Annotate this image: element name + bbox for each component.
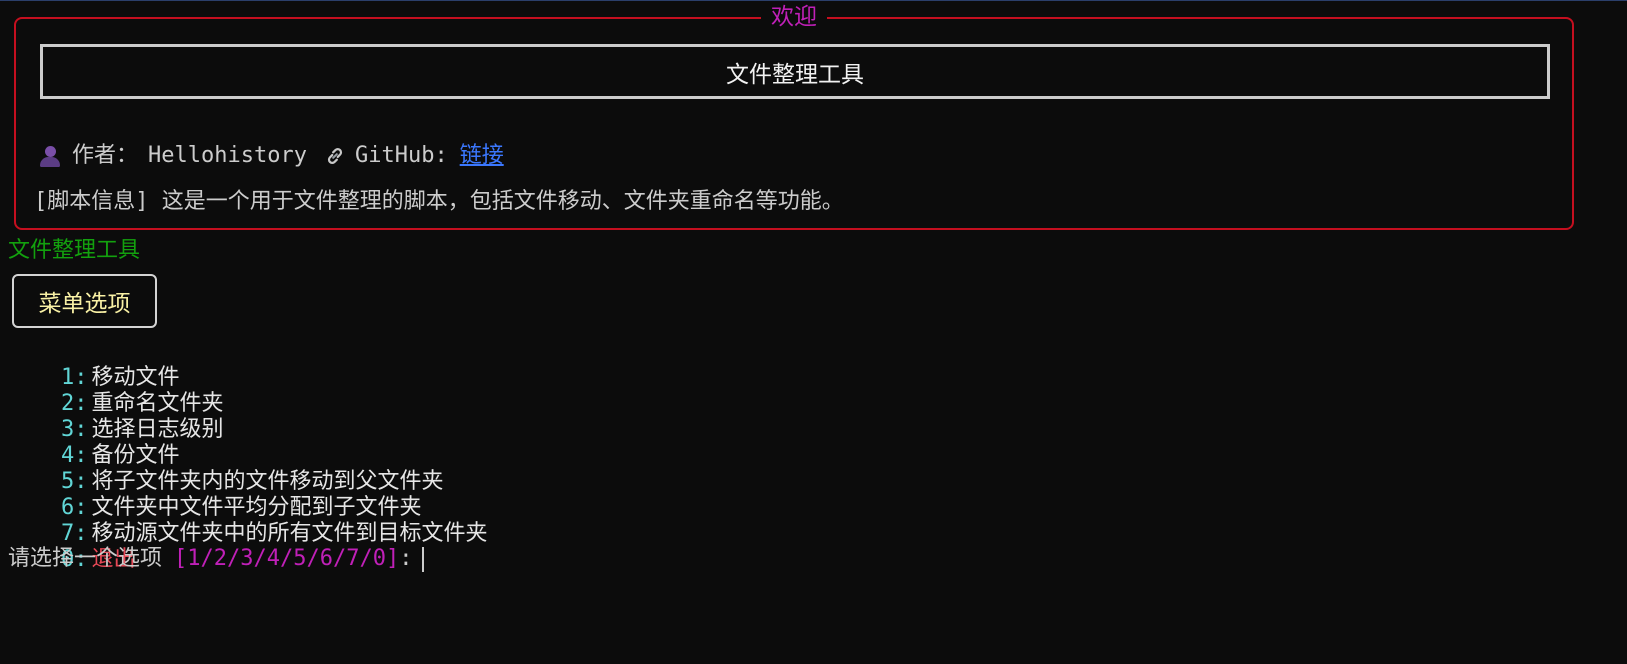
option-key: 7: [60, 521, 88, 546]
option-label: 备份文件 [91, 443, 180, 468]
link-icon [327, 148, 343, 164]
menu-options-list: 1: 移动文件 2: 重命名文件夹 3: 选择日志级别 4: 备份文件 5: 将子文件夹内… [8, 339, 488, 572]
option-label: 选择日志级别 [91, 417, 224, 442]
menu-option: 1: 移动文件 [8, 339, 488, 390]
script-info: [脚本信息] 这是一个用于文件整理的脚本，包括文件移动、文件夹重命名等功能。 [34, 189, 844, 214]
app-title-box: 文件整理工具 [40, 44, 1550, 99]
author-label: 作者： [72, 143, 139, 168]
section-title: 文件整理工具 [8, 238, 141, 263]
option-key: 5: [60, 469, 88, 494]
welcome-panel: 欢迎 文件整理工具 作者： Hellohistory GitHub: 链接 [脚… [14, 2, 1574, 230]
option-label: 移动源文件夹中的所有文件到目标文件夹 [91, 521, 488, 546]
option-key: 2: [60, 391, 88, 416]
prompt-colon: : [399, 546, 413, 571]
app-title: 文件整理工具 [726, 61, 864, 88]
prompt-text: 请选择一个选项 [8, 546, 163, 571]
github-label: GitHub: [354, 143, 448, 168]
menu-header: 菜单选项 [38, 291, 131, 317]
option-key: 4: [60, 443, 88, 468]
window-top-border [0, 0, 1627, 1]
menu-header-box: 菜单选项 [12, 274, 157, 328]
person-icon [40, 145, 60, 167]
github-link[interactable]: 链接 [460, 141, 504, 171]
prompt-choices: [1/2/3/4/5/6/7/0] [174, 546, 400, 571]
option-label: 将子文件夹内的文件移动到父文件夹 [91, 469, 444, 494]
author-line: 作者： Hellohistory GitHub: 链接 [40, 141, 504, 171]
option-key: 6: [60, 495, 88, 520]
option-label: 文件夹中文件平均分配到子文件夹 [91, 495, 422, 520]
prompt-line[interactable]: 请选择一个选项 [1/2/3/4/5/6/7/0] : [8, 546, 425, 572]
option-label: 移动文件 [91, 365, 180, 390]
option-label: 重命名文件夹 [91, 391, 224, 416]
text-cursor[interactable] [422, 546, 425, 572]
author-name: Hellohistory [148, 143, 307, 168]
option-key: 3: [60, 417, 88, 442]
option-key: 1: [60, 365, 88, 390]
panel-title: 欢迎 [761, 2, 827, 32]
